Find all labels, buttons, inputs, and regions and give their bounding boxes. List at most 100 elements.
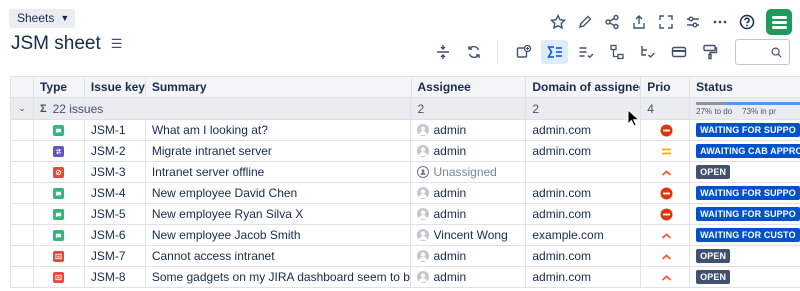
- prio-cell[interactable]: [641, 141, 691, 161]
- table-row[interactable]: JSM-5 New employee Ryan Silva X admin admin…: [10, 204, 800, 225]
- fullscreen-icon[interactable]: [652, 10, 679, 34]
- type-cell[interactable]: [34, 246, 85, 266]
- type-cell[interactable]: [34, 225, 85, 245]
- row-gutter[interactable]: [10, 246, 34, 266]
- summary-cell[interactable]: New employee Jacob Smith: [146, 225, 412, 245]
- row-gutter[interactable]: [10, 204, 34, 224]
- table-row[interactable]: JSM-6 New employee Jacob Smith Vincent Won…: [10, 225, 800, 246]
- summary-cell[interactable]: New employee David Chen: [146, 183, 412, 203]
- issue-key-cell[interactable]: JSM-4: [85, 183, 146, 203]
- type-cell[interactable]: [34, 267, 85, 287]
- type-cell[interactable]: [34, 204, 85, 224]
- prio-cell[interactable]: [641, 120, 691, 140]
- assignee-cell[interactable]: admin: [411, 204, 527, 224]
- status-cell[interactable]: WAITING FOR CUSTO: [690, 225, 800, 245]
- prio-cell[interactable]: [641, 246, 691, 266]
- type-cell[interactable]: [34, 183, 85, 203]
- hierarchy-icon[interactable]: [603, 40, 630, 64]
- domain-cell[interactable]: admin.com: [526, 246, 642, 266]
- assignee-cell[interactable]: Unassigned: [411, 162, 527, 182]
- type-cell[interactable]: [34, 141, 85, 161]
- sheet-menu-icon[interactable]: ☰: [111, 36, 123, 52]
- search-input[interactable]: [735, 39, 790, 65]
- pencil-icon[interactable]: [571, 10, 598, 34]
- card-icon[interactable]: [665, 40, 692, 64]
- row-gutter[interactable]: [10, 225, 34, 245]
- row-gutter[interactable]: [10, 120, 34, 140]
- share-icon[interactable]: [598, 10, 625, 34]
- domain-cell[interactable]: admin.com: [526, 120, 642, 140]
- status-cell[interactable]: AWAITING CAB APPRO: [690, 141, 800, 161]
- paint-format-icon[interactable]: [696, 40, 723, 64]
- column-header-summary[interactable]: Summary: [146, 77, 412, 97]
- issue-key-cell[interactable]: JSM-7: [85, 246, 146, 266]
- summary-cell[interactable]: New employee Ryan Silva X: [146, 204, 412, 224]
- column-header-domain[interactable]: Domain of assignee: [526, 77, 642, 97]
- issue-key-cell[interactable]: JSM-2: [85, 141, 146, 161]
- table-row[interactable]: JSM-2 Migrate intranet server admin admin.c…: [10, 141, 800, 162]
- export-icon[interactable]: [625, 10, 652, 34]
- issue-key-cell[interactable]: JSM-8: [85, 267, 146, 287]
- assignee-cell[interactable]: Vincent Wong: [411, 225, 527, 245]
- summary-cell[interactable]: What am I looking at?: [146, 120, 412, 140]
- domain-cell[interactable]: admin.com: [526, 141, 642, 161]
- issue-key[interactable]: JSM-3: [91, 165, 126, 179]
- column-header-assignee[interactable]: Assignee: [412, 77, 527, 97]
- issue-key[interactable]: JSM-6: [91, 228, 126, 242]
- type-cell[interactable]: [34, 162, 85, 182]
- table-row[interactable]: JSM-7 Cannot access intranet admin admin.co…: [10, 246, 800, 267]
- issue-key[interactable]: JSM-8: [91, 270, 126, 284]
- prio-cell[interactable]: [641, 225, 691, 245]
- domain-cell[interactable]: [526, 162, 642, 182]
- row-gutter[interactable]: [10, 183, 34, 203]
- row-gutter[interactable]: [10, 267, 34, 287]
- status-cell[interactable]: WAITING FOR SUPPO: [690, 204, 800, 224]
- summary-cell[interactable]: Cannot access intranet: [146, 246, 412, 266]
- issue-key-cell[interactable]: JSM-3: [85, 162, 146, 182]
- issue-key[interactable]: JSM-2: [91, 144, 126, 158]
- domain-cell[interactable]: admin.com: [526, 267, 642, 287]
- sum-icon[interactable]: [541, 40, 568, 64]
- assignee-cell[interactable]: admin: [411, 141, 527, 161]
- issue-key-cell[interactable]: JSM-1: [85, 120, 146, 140]
- prio-cell[interactable]: [641, 204, 691, 224]
- prio-cell[interactable]: [641, 183, 691, 203]
- issue-key[interactable]: JSM-1: [91, 123, 126, 137]
- issue-key[interactable]: JSM-4: [91, 186, 126, 200]
- prio-cell[interactable]: [641, 267, 691, 287]
- column-header-prio[interactable]: Prio: [641, 77, 691, 97]
- column-header-status[interactable]: Status: [690, 77, 800, 97]
- summary-cell[interactable]: Intranet server offline: [146, 162, 412, 182]
- more-icon[interactable]: [706, 10, 733, 34]
- assignee-cell[interactable]: admin: [411, 267, 527, 287]
- domain-cell[interactable]: admin.com: [526, 183, 642, 203]
- sheets-dropdown[interactable]: Sheets ▼: [9, 9, 76, 28]
- sliders-icon[interactable]: [679, 10, 706, 34]
- row-gutter[interactable]: [10, 162, 34, 182]
- table-row[interactable]: JSM-4 New employee David Chen admin admin.c…: [10, 183, 800, 204]
- assignee-cell[interactable]: admin: [411, 120, 527, 140]
- status-cell[interactable]: OPEN: [690, 246, 800, 266]
- status-cell[interactable]: WAITING FOR SUPPO: [690, 183, 800, 203]
- assignee-cell[interactable]: admin: [411, 246, 527, 266]
- table-row[interactable]: JSM-8 Some gadgets on my JIRA dashboard s…: [10, 267, 800, 288]
- issue-key[interactable]: JSM-5: [91, 207, 126, 221]
- column-header-type[interactable]: Type: [34, 77, 85, 97]
- issue-key[interactable]: JSM-7: [91, 249, 126, 263]
- row-gutter[interactable]: [10, 141, 34, 161]
- add-field-icon[interactable]: [510, 40, 537, 64]
- issue-key-cell[interactable]: JSM-5: [85, 204, 146, 224]
- domain-cell[interactable]: example.com: [526, 225, 642, 245]
- column-header-issue-key[interactable]: Issue key: [85, 77, 146, 97]
- row-height-icon[interactable]: [429, 40, 456, 64]
- collapse-toggle[interactable]: ⌄: [10, 98, 34, 119]
- summary-cell[interactable]: Some gadgets on my JIRA dashboard seem t…: [146, 267, 412, 287]
- tree-check-icon[interactable]: [634, 40, 661, 64]
- summary-cell[interactable]: Migrate intranet server: [146, 141, 412, 161]
- refresh-icon[interactable]: [460, 40, 487, 64]
- help-icon[interactable]: [733, 10, 760, 34]
- status-cell[interactable]: OPEN: [690, 267, 800, 287]
- status-cell[interactable]: OPEN: [690, 162, 800, 182]
- domain-cell[interactable]: admin.com: [526, 204, 642, 224]
- issue-key-cell[interactable]: JSM-6: [85, 225, 146, 245]
